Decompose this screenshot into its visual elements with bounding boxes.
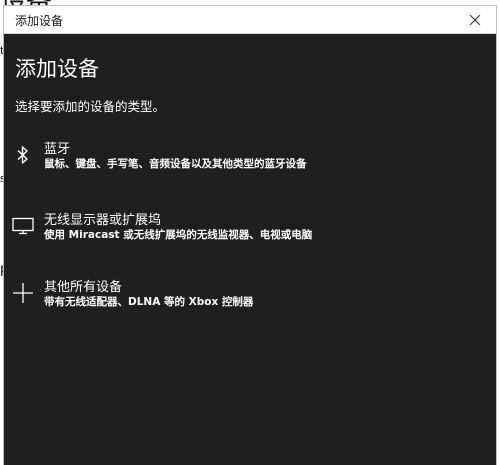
close-icon [469, 14, 481, 25]
dialog-subtitle: 选择要添加的设备的类型。 [15, 99, 166, 114]
option-description: 带有无线适配器、DLNA 等的 Xbox 控制器 [44, 296, 254, 308]
option-title: 无线显示器或扩展坞 [44, 213, 162, 228]
dialog-content: 添加设备 选择要添加的设备的类型。 蓝牙 鼠标、键盘、手写笔、音频设备以及其他类… [4, 34, 496, 465]
dialog-heading: 添加设备 [15, 57, 99, 81]
option-description: 使用 Miracast 或无线扩展坞的无线监视器、电视或电脑 [44, 229, 313, 241]
close-button[interactable] [462, 8, 488, 31]
option-title: 其他所有设备 [44, 280, 123, 295]
option-title: 蓝牙 [44, 142, 71, 157]
option-description: 鼠标、键盘、手写笔、音频设备以及其他类型的蓝牙设备 [44, 158, 307, 170]
plus-icon [10, 278, 36, 308]
option-other-devices[interactable]: 其他所有设备 带有无线适配器、DLNA 等的 Xbox 控制器 [4, 276, 496, 326]
monitor-icon [10, 211, 36, 241]
option-bluetooth[interactable]: 蓝牙 鼠标、键盘、手写笔、音频设备以及其他类型的蓝牙设备 [4, 138, 496, 188]
window-title: 添加设备 [15, 14, 64, 28]
option-wireless-display[interactable]: 无线显示器或扩展坞 使用 Miracast 或无线扩展坞的无线监视器、电视或电脑 [4, 209, 496, 259]
add-device-dialog: 添加设备 添加设备 选择要添加的设备的类型。 蓝牙 鼠标、键盘、手写笔、音频设备… [4, 6, 496, 465]
bluetooth-icon [10, 140, 36, 170]
dialog-titlebar: 添加设备 [4, 6, 496, 34]
